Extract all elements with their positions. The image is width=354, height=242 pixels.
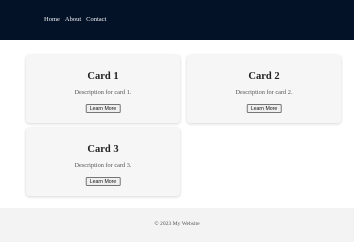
card-description: Description for card 3. (74, 162, 132, 169)
nav-link-about[interactable]: About (65, 16, 81, 24)
nav-link-home[interactable]: Home (44, 16, 60, 24)
page-footer: © 2023 My Website (0, 208, 354, 242)
nav-links: Home About Contact (44, 16, 106, 24)
learn-more-button[interactable]: Learn More (246, 104, 282, 113)
footer-copyright: © 2023 My Website (154, 221, 200, 227)
card-title: Card 3 (87, 144, 119, 155)
card-3: Card 3 Description for card 3. Learn Mor… (26, 128, 180, 196)
learn-more-button[interactable]: Learn More (85, 104, 121, 113)
card-description: Description for card 1. (74, 89, 132, 96)
card-description: Description for card 2. (235, 89, 293, 96)
learn-more-button[interactable]: Learn More (85, 177, 121, 186)
top-navbar: Home About Contact (0, 0, 354, 40)
card-2: Card 2 Description for card 2. Learn Mor… (187, 55, 341, 123)
card-title: Card 1 (87, 71, 119, 82)
card-title: Card 2 (248, 71, 280, 82)
card-1: Card 1 Description for card 1. Learn Mor… (26, 55, 180, 123)
nav-link-contact[interactable]: Contact (86, 16, 106, 24)
